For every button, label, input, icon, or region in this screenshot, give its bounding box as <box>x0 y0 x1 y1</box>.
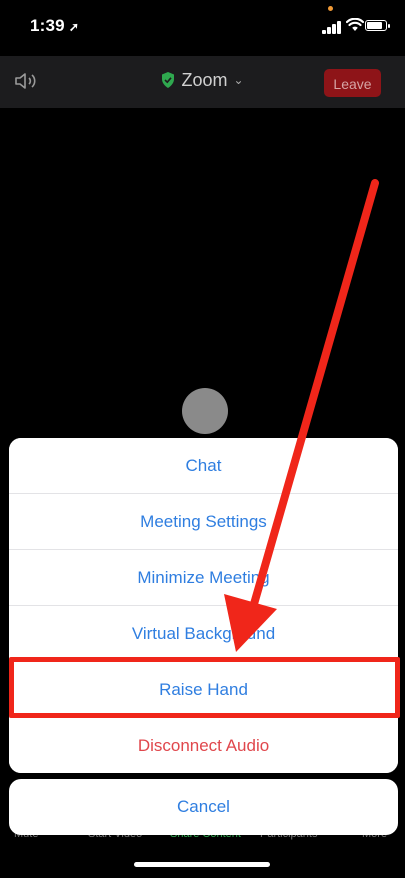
status-bar: 1:39 ➚ <box>0 0 405 50</box>
location-icon: ➚ <box>68 20 80 34</box>
raise-hand-highlight-box <box>9 657 400 718</box>
menu-item-virtual-background[interactable]: Virtual Background <box>9 606 398 662</box>
mic-in-use-indicator <box>328 6 333 11</box>
status-time: 1:39 ➚ <box>30 16 79 36</box>
chevron-down-icon: ⌄ <box>233 73 244 87</box>
participant-avatar <box>182 388 228 434</box>
meeting-top-bar: Zoom ⌄ Leave <box>0 56 405 108</box>
leave-button[interactable]: Leave <box>324 69 381 97</box>
home-indicator[interactable] <box>134 862 270 867</box>
menu-item-minimize-meeting[interactable]: Minimize Meeting <box>9 550 398 606</box>
shield-check-icon <box>162 72 175 88</box>
cancel-button[interactable]: Cancel <box>9 779 398 835</box>
more-options-sheet: Chat Meeting Settings Minimize Meeting V… <box>9 438 398 773</box>
time-text: 1:39 <box>30 16 65 35</box>
battery-icon <box>365 20 390 31</box>
menu-item-disconnect-audio[interactable]: Disconnect Audio <box>9 718 398 773</box>
menu-item-chat[interactable]: Chat <box>9 438 398 494</box>
cellular-signal-icon <box>322 20 344 34</box>
wifi-icon <box>346 18 364 31</box>
menu-item-meeting-settings[interactable]: Meeting Settings <box>9 494 398 550</box>
meeting-title-text: Zoom <box>181 70 228 90</box>
